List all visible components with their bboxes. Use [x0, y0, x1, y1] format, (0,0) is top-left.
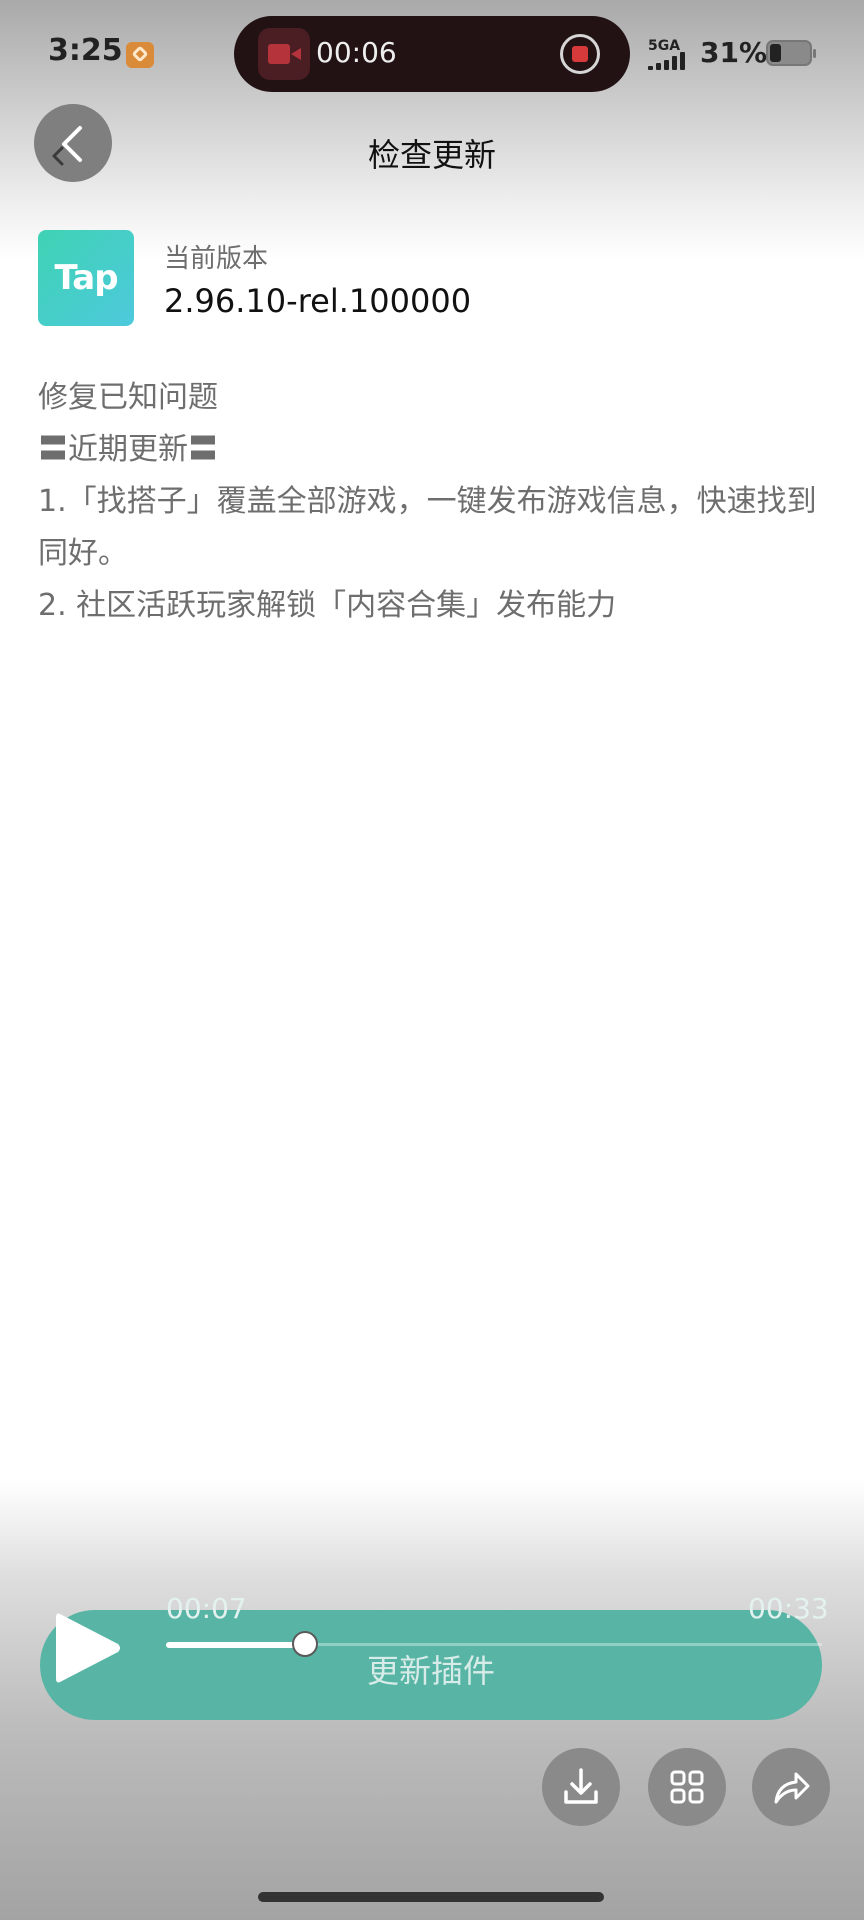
current-version-value: 2.96.10-rel.100000: [164, 282, 472, 320]
notification-app-icon: [126, 42, 154, 68]
seek-bar-progress: [166, 1642, 306, 1648]
signal-strength-icon: [648, 52, 692, 70]
recording-timer: 00:06: [316, 36, 397, 69]
taptap-app-logo: Tap: [38, 230, 134, 326]
battery-percentage: 31%: [700, 36, 768, 69]
battery-icon: [766, 40, 816, 66]
stop-recording-icon[interactable]: [560, 34, 600, 74]
download-button[interactable]: [542, 1748, 620, 1826]
release-note-line: 修复已知问题: [38, 380, 218, 415]
screen-recording-pill[interactable]: 00:06: [234, 16, 630, 92]
seek-handle[interactable]: [292, 1631, 319, 1657]
release-note-line: 〓近期更新〓: [38, 432, 218, 467]
share-icon: [774, 1772, 810, 1804]
logo-text: Tap: [54, 258, 118, 298]
release-note-line: 2. 社区活跃玩家解锁「内容合集」发布能力: [38, 588, 617, 623]
update-plugin-button[interactable]: 更新插件: [40, 1610, 822, 1720]
release-note-line: 1.「找搭子」覆盖全部游戏，一键发布游戏信息，快速找到同好。: [38, 484, 817, 571]
home-indicator[interactable]: [258, 1892, 604, 1902]
current-version-label: 当前版本: [164, 244, 269, 274]
release-notes: 修复已知问题 〓近期更新〓 1.「找搭子」覆盖全部游戏，一键发布游戏信息，快速找…: [38, 372, 838, 632]
elapsed-time: 00:07: [166, 1592, 247, 1625]
seek-bar[interactable]: [166, 1631, 822, 1657]
page-title: 检查更新: [367, 136, 496, 174]
update-plugin-label: 更新插件: [366, 1652, 495, 1690]
more-apps-button[interactable]: [648, 1748, 726, 1826]
video-camera-icon: [258, 28, 310, 80]
download-icon: [564, 1768, 598, 1804]
status-time: 3:25: [48, 33, 123, 68]
total-time: 00:33: [748, 1592, 829, 1625]
play-icon[interactable]: [52, 1608, 124, 1688]
grid-icon: [670, 1770, 704, 1804]
share-button[interactable]: [752, 1748, 830, 1826]
